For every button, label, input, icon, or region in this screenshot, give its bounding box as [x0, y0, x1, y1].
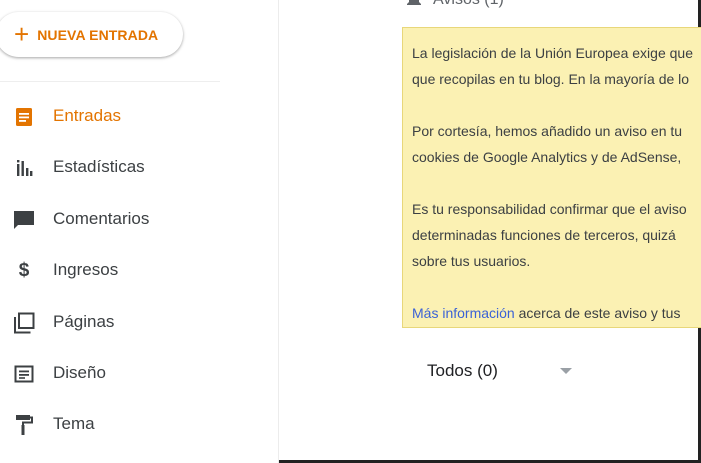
notices-header[interactable]: Avisos (1) — [405, 0, 504, 10]
comment-icon — [12, 208, 36, 232]
filter-value: Todos (0) — [427, 361, 498, 380]
stats-icon — [12, 156, 36, 180]
sidebar-item-tema[interactable]: Tema — [0, 402, 279, 446]
notice-line: que recopilas en tu blog. En la mayoría … — [412, 71, 690, 87]
notice-link-rest: acerca de este aviso y tus — [514, 305, 681, 321]
posts-icon — [12, 105, 36, 129]
paint-roller-icon — [12, 413, 36, 437]
post-filter-dropdown[interactable]: Todos (0) — [427, 361, 572, 381]
layout-icon — [12, 362, 36, 386]
caret-down-icon — [559, 368, 572, 374]
sidebar-item-entradas[interactable]: Entradas — [0, 94, 279, 138]
notice-line: Por cortesía, hemos añadido un aviso en … — [412, 123, 683, 139]
sidebar-item-ingresos[interactable]: $ Ingresos — [0, 248, 279, 292]
main-content: Avisos (1) La legislación de la Unión Eu… — [280, 0, 701, 463]
eu-cookie-notice: La legislación de la Unión Europea exige… — [402, 27, 701, 328]
notices-header-label: Avisos (1) — [433, 0, 504, 9]
bell-icon — [407, 0, 421, 5]
sidebar-item-comentarios[interactable]: Comentarios — [0, 197, 279, 241]
sidebar-item-label: Estadísticas — [53, 157, 145, 176]
plus-icon: + — [14, 18, 30, 49]
sidebar: + NUEVA ENTRADA Entradas Estadísticas Co… — [0, 0, 279, 463]
sidebar-item-label: Comentarios — [53, 209, 150, 228]
sidebar-divider — [0, 81, 220, 82]
new-post-label: NUEVA ENTRADA — [37, 26, 159, 43]
sidebar-item-diseno[interactable]: Diseño — [0, 351, 279, 395]
notice-line: La legislación de la Unión Europea exige… — [412, 45, 693, 61]
sidebar-item-label: Páginas — [53, 312, 115, 331]
more-info-link[interactable]: Más información — [412, 305, 515, 321]
sidebar-item-estadisticas[interactable]: Estadísticas — [0, 145, 279, 189]
sidebar-item-label: Diseño — [53, 363, 106, 382]
sidebar-item-label: Tema — [53, 414, 95, 433]
notice-line: determinadas funciones de terceros, quiz… — [412, 227, 676, 243]
notice-line: cookies de Google Analytics y de AdSense… — [412, 149, 682, 165]
dollar-icon: $ — [18, 260, 30, 281]
notice-line: sobre tus usuarios. — [412, 253, 531, 269]
new-post-button[interactable]: + NUEVA ENTRADA — [0, 12, 183, 57]
sidebar-item-paginas[interactable]: Páginas — [0, 300, 279, 344]
notice-line: Es tu responsabilidad confirmar que el a… — [412, 201, 687, 217]
sidebar-item-label: Entradas — [53, 106, 122, 125]
pages-icon — [12, 311, 36, 335]
notice-line: Más información acerca de este aviso y t… — [412, 300, 701, 326]
sidebar-item-label: Ingresos — [53, 260, 119, 279]
